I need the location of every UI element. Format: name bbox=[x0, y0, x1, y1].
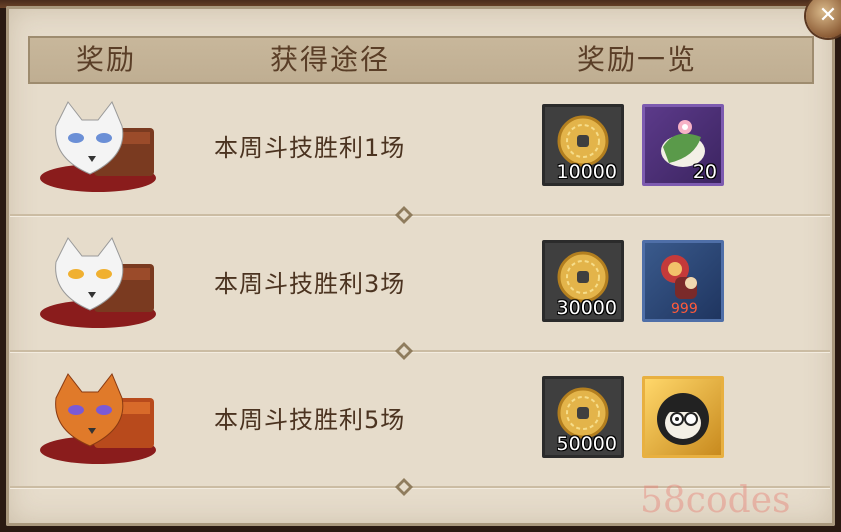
daruma-frame-icon bbox=[657, 393, 709, 445]
svg-text:999: 999 bbox=[671, 301, 698, 317]
divider-ornament-icon bbox=[395, 478, 413, 496]
task-text: 本周斗技胜利5场 bbox=[214, 406, 406, 434]
header-overview: 奖励一览 bbox=[576, 43, 698, 76]
divider-ornament-icon bbox=[395, 206, 413, 224]
coin-reward[interactable]: 50000 bbox=[542, 376, 624, 458]
coin-quantity: 50000 bbox=[556, 433, 617, 455]
task-text: 本周斗技胜利1场 bbox=[214, 134, 406, 162]
fox-mask-chest-icon bbox=[40, 237, 156, 328]
divider-ornament-icon bbox=[395, 342, 413, 360]
close-icon: ✕ bbox=[818, 3, 838, 28]
item-reward[interactable]: 20 bbox=[642, 104, 724, 186]
item-reward[interactable]: 999 bbox=[642, 240, 724, 322]
row-divider bbox=[10, 214, 830, 217]
fox-mask-chest-icon bbox=[40, 373, 156, 464]
coin-quantity: 10000 bbox=[556, 161, 617, 183]
watermark: 58codes bbox=[640, 480, 791, 521]
task-text: 本周斗技胜利3场 bbox=[214, 270, 406, 298]
fox-mask-chest-icon bbox=[40, 101, 156, 192]
item-reward[interactable] bbox=[642, 376, 724, 458]
reward-row-1: 本周斗技胜利1场 10000 20 bbox=[28, 88, 814, 208]
header-method: 获得途径 bbox=[269, 43, 391, 76]
header-reward: 奖励 bbox=[75, 43, 137, 76]
row-divider bbox=[10, 350, 830, 353]
item-quantity: 20 bbox=[692, 161, 717, 183]
reward-row-3: 本周斗技胜利5场 50000 bbox=[28, 360, 814, 480]
coin-reward[interactable]: 30000 bbox=[542, 240, 624, 322]
reward-row-2: 本周斗技胜利3场 30000 999 bbox=[28, 224, 814, 344]
coin-quantity: 30000 bbox=[556, 297, 617, 319]
drum-demon-icon: 999 bbox=[661, 255, 698, 317]
table-header: 奖励 获得途径 奖励一览 bbox=[28, 36, 814, 84]
coin-reward[interactable]: 10000 bbox=[542, 104, 624, 186]
